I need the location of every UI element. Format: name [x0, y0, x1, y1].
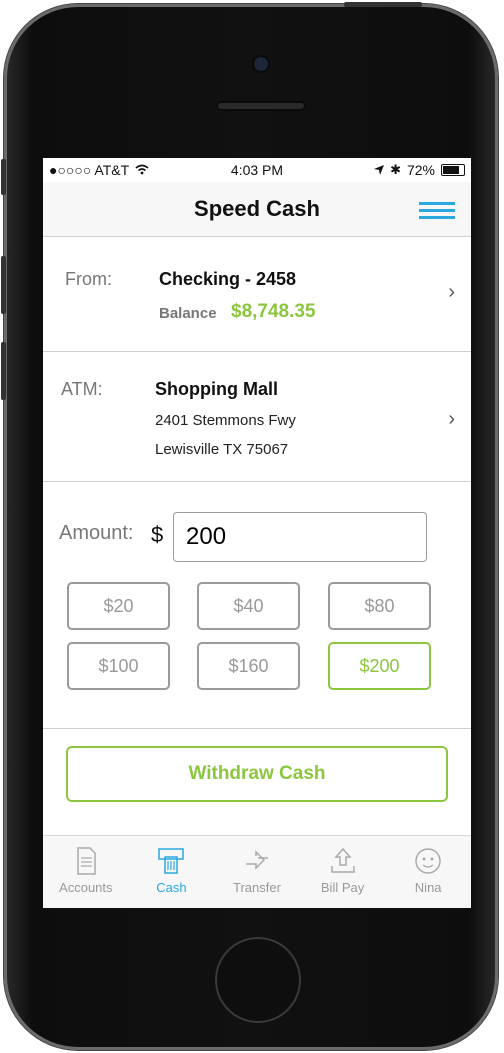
from-label: From:: [65, 269, 112, 289]
status-time: 4:03 PM: [230, 162, 284, 178]
volume-down-button: [1, 342, 6, 400]
quick-amount-button[interactable]: $100: [67, 642, 170, 690]
amount-input[interactable]: [173, 512, 427, 562]
atm-address-line1: 2401 Stemmons Fwy: [155, 412, 296, 429]
menu-icon[interactable]: [419, 202, 455, 220]
chevron-right-icon: ›: [448, 281, 455, 303]
tab-label: Transfer: [233, 880, 281, 895]
tab-accounts[interactable]: Accounts: [43, 836, 129, 908]
tab-cash[interactable]: Cash: [129, 836, 215, 908]
balance-value: $8,748.35: [231, 301, 316, 322]
atm-card-icon: [158, 848, 185, 874]
battery-icon: [441, 164, 465, 176]
tab-label: Bill Pay: [320, 880, 365, 895]
page-title: Speed Cash: [194, 196, 320, 221]
currency-symbol: $: [151, 522, 164, 547]
amount-label: Amount:: [59, 522, 134, 544]
account-name: Checking - 2458: [159, 269, 297, 289]
amount-section: Amount: $ $20 $40 $80 $100 $160 $200: [43, 482, 471, 729]
volume-up-button: [1, 256, 6, 314]
tab-label: Cash: [156, 880, 187, 895]
quick-amount-button[interactable]: $160: [197, 642, 300, 690]
atm-name: Shopping Mall: [155, 379, 278, 399]
balance-label: Balance: [159, 305, 217, 322]
status-bar: ●○○○○ AT&T 4:03 PM ✱ 72%: [43, 158, 471, 182]
tab-label: Nina: [414, 880, 442, 895]
atm-label: ATM:: [61, 379, 103, 399]
app-screen: ●○○○○ AT&T 4:03 PM ✱ 72% Speed Cash From…: [43, 158, 471, 908]
quick-amount-button[interactable]: $40: [197, 582, 300, 630]
assistant-face-icon: [415, 848, 441, 874]
home-button[interactable]: [217, 939, 299, 1021]
tab-nina[interactable]: Nina: [385, 836, 471, 908]
front-camera: [254, 57, 268, 71]
from-account-row[interactable]: From: Checking - 2458 Balance $8,748.35 …: [43, 237, 471, 352]
mute-switch: [1, 159, 6, 195]
document-icon: [77, 847, 96, 875]
quick-amount-button-selected[interactable]: $200: [328, 642, 431, 690]
tab-bill-pay[interactable]: Bill Pay: [300, 836, 386, 908]
atm-address-line2: Lewisville TX 75067: [155, 441, 289, 458]
atm-location-row[interactable]: ATM: Shopping Mall 2401 Stemmons Fwy Lew…: [43, 352, 471, 482]
earpiece-speaker: [216, 101, 306, 111]
power-button: [344, 2, 422, 7]
withdraw-cash-button[interactable]: Withdraw Cash: [66, 746, 448, 802]
navigation-bar: Speed Cash: [43, 182, 471, 237]
quick-amount-button[interactable]: $80: [328, 582, 431, 630]
chevron-right-icon: ›: [448, 408, 455, 430]
upload-tray-icon: [330, 847, 355, 873]
tab-transfer[interactable]: Transfer: [214, 836, 300, 908]
tab-label: Accounts: [59, 880, 113, 895]
transfer-arrows-icon: [245, 850, 268, 870]
tab-bar: Accounts Cash Transfer Bill Pay Nina: [43, 835, 471, 908]
quick-amount-button[interactable]: $20: [67, 582, 170, 630]
